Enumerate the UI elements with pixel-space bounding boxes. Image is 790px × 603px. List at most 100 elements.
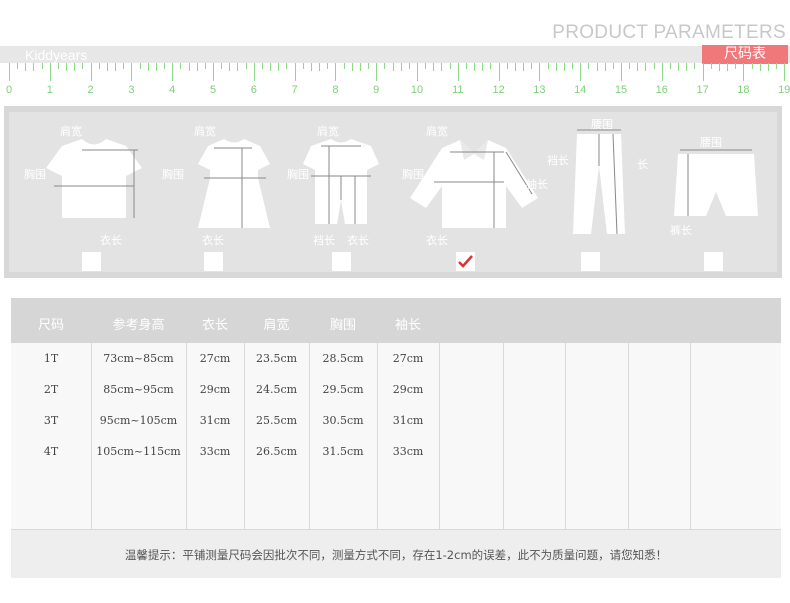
ruler-label: 18: [737, 84, 750, 96]
ruler-minor-tick: [310, 63, 312, 71]
romper-label-length: 衣长: [347, 234, 369, 247]
ruler-minor-tick: [482, 63, 484, 71]
romper-checkbox[interactable]: [332, 252, 351, 271]
table-row: 3T 95cm~105cm 31cm 25.5cm 30.5cm 31cm: [11, 405, 781, 437]
ruler-minor-tick: [425, 63, 427, 69]
tshirt-checkbox[interactable]: [82, 252, 101, 271]
ruler-minor-tick: [506, 63, 508, 69]
ruler-minor-tick: [653, 63, 655, 69]
header-band: [0, 46, 790, 63]
ruler-minor-tick: [678, 63, 680, 71]
pants-label-rise: 裆长: [547, 154, 569, 167]
ruler-major-tick: [702, 63, 704, 81]
ruler-minor-tick: [327, 63, 329, 69]
col-divider: [628, 343, 629, 529]
cell-size: 2T: [43, 383, 59, 396]
dress-checkbox[interactable]: [204, 252, 223, 271]
cell-sleeve: 31cm: [392, 414, 424, 427]
ruler-minor-tick: [384, 63, 386, 69]
col-divider: [439, 343, 440, 529]
ruler-minor-tick: [718, 63, 720, 71]
ruler-minor-tick: [17, 63, 19, 69]
ruler-minor-tick: [710, 63, 712, 69]
col-divider: [91, 343, 92, 529]
ruler-major-tick: [253, 63, 255, 81]
cell-length: 33cm: [199, 445, 231, 458]
ruler-major-tick: [131, 63, 133, 81]
ruler-minor-tick: [106, 63, 108, 71]
shirt-checkbox[interactable]: [456, 252, 475, 271]
ruler-label: 16: [655, 84, 668, 96]
shorts-checkbox[interactable]: [704, 252, 723, 271]
ruler-minor-tick: [735, 63, 737, 69]
cell-sleeve: 33cm: [392, 445, 424, 458]
ruler-major-tick: [335, 63, 337, 81]
ruler-label: 1: [46, 84, 53, 96]
shirt-label-length: 衣长: [426, 234, 448, 247]
cell-shoulder: 26.5cm: [255, 445, 298, 458]
ruler: 0 1 2 3 4 5 6 7 8 9 10 11 12 13 14 15 16 17 18 19: [0, 63, 790, 99]
dress-label-shoulder: 肩宽: [194, 125, 216, 138]
ruler-minor-tick: [523, 63, 525, 71]
pants-checkbox[interactable]: [581, 252, 600, 271]
ruler-major-tick: [743, 63, 745, 81]
col-divider: [565, 343, 566, 529]
garment-romper: 肩宽 胸围 裆长 衣长: [287, 106, 419, 278]
ruler-minor-tick: [776, 63, 778, 69]
dress-icon: [198, 139, 270, 228]
garment-shorts: 腰围 裤长: [664, 106, 774, 278]
ruler-minor-tick: [531, 63, 533, 69]
size-table: 尺码 参考身高 衣长 肩宽 胸围 袖长 1T 73cm~85cm 27cm 23…: [11, 298, 781, 578]
ruler-minor-tick: [164, 63, 166, 69]
ruler-minor-tick: [245, 63, 247, 69]
cell-height: 95cm~105cm: [99, 414, 178, 427]
tshirt-label-chest: 胸围: [24, 168, 46, 181]
ruler-major-tick: [621, 63, 622, 81]
shirt-label-shoulder: 肩宽: [426, 125, 448, 138]
ruler-label: 13: [533, 84, 546, 96]
ruler-label: 8: [332, 84, 339, 96]
header-chest: 胸围: [329, 318, 356, 333]
ruler-label: 6: [250, 84, 257, 96]
ruler-major-tick: [539, 63, 541, 81]
dress-label-length: 衣长: [202, 234, 224, 247]
ruler-minor-tick: [123, 63, 125, 69]
note-text: 温馨提示：平铺测量尺码会因批次不同，测量方式不同，存在1-2cm的误差，此不为质…: [124, 548, 668, 562]
shorts-label-length: 裤长: [670, 224, 692, 237]
ruler-minor-tick: [180, 63, 182, 69]
table-header: 尺码 参考身高 衣长 肩宽 胸围 袖长: [11, 298, 781, 343]
col-divider: [503, 343, 504, 529]
header-title: PRODUCT PARAMETERS: [552, 22, 786, 43]
ruler-minor-tick: [547, 63, 549, 69]
table-note: 温馨提示：平铺测量尺码会因批次不同，测量方式不同，存在1-2cm的误差，此不为质…: [11, 529, 781, 578]
tshirt-label-shoulder: 肩宽: [60, 125, 82, 138]
ruler-minor-tick: [612, 63, 614, 69]
ruler-minor-tick: [465, 63, 467, 69]
ruler-minor-tick: [572, 63, 574, 69]
garment-panel: 肩宽 胸围 衣长 肩宽 胸围 衣长 肩宽 胸围 裆长 衣长 肩宽 胸围 袖长 衣…: [4, 106, 782, 278]
pants-label-waist: 腰围: [591, 118, 613, 131]
ruler-minor-tick: [490, 63, 492, 69]
tshirt-label-length: 衣长: [100, 234, 122, 247]
ruler-minor-tick: [204, 63, 206, 69]
ruler-minor-tick: [221, 63, 223, 69]
ruler-major-tick: [172, 63, 174, 81]
cell-size: 4T: [43, 445, 59, 458]
ruler-major-tick: [90, 63, 92, 81]
col-divider: [186, 343, 187, 529]
cell-sleeve: 29cm: [392, 383, 424, 396]
ruler-minor-tick: [751, 63, 753, 69]
ruler-minor-tick: [645, 63, 647, 71]
ruler-minor-tick: [392, 63, 394, 71]
col-divider: [244, 343, 245, 529]
ruler-minor-tick: [115, 63, 117, 71]
check-icon: [458, 255, 473, 268]
cell-sleeve: 27cm: [392, 352, 424, 365]
ruler-minor-tick: [694, 63, 696, 69]
ruler-major-tick: [580, 63, 582, 81]
ruler-minor-tick: [449, 63, 451, 69]
col-divider: [690, 343, 691, 529]
ruler-minor-tick: [669, 63, 671, 69]
ruler-label: 11: [452, 84, 464, 96]
header-sleeve: 袖长: [394, 318, 421, 333]
